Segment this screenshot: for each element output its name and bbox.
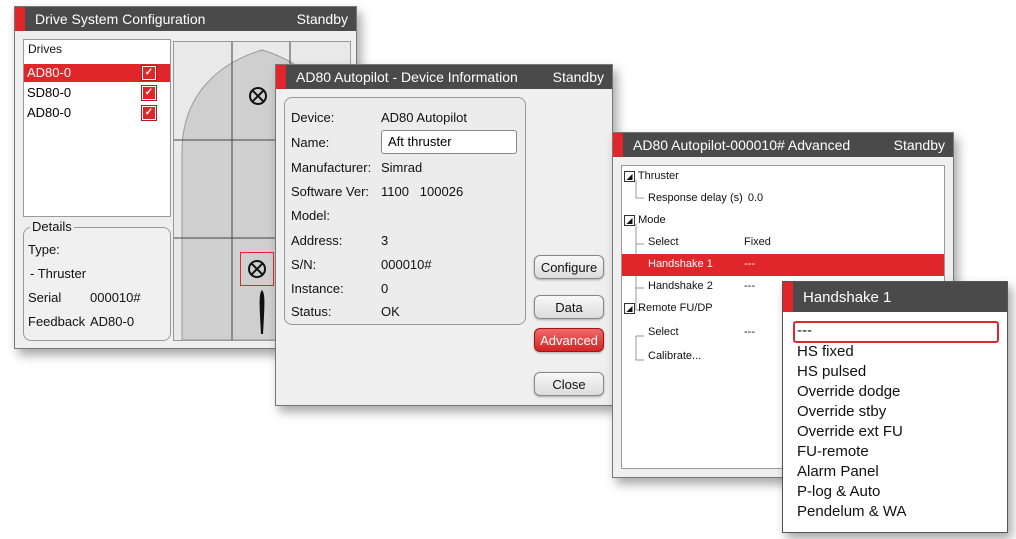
tree-remote[interactable]: ◢ Remote FU/DP — [624, 302, 713, 314]
close-button[interactable]: Close — [534, 372, 604, 396]
handshake-option[interactable]: Override stby — [797, 403, 886, 420]
handshake-option[interactable]: P-log & Auto — [797, 483, 880, 500]
handshake-option[interactable]: --- — [797, 322, 812, 339]
device-label: Device: — [291, 110, 335, 125]
sn-value: 000010# — [381, 257, 432, 272]
handshake-option-selected[interactable] — [793, 321, 999, 343]
tree-thruster-label: Thruster — [637, 170, 679, 182]
manufacturer-label: Manufacturer: — [291, 160, 372, 175]
tree-response-delay-label: Response delay (s) — [648, 192, 743, 204]
handshake-option[interactable]: HS fixed — [797, 343, 854, 360]
feedback-value: AD80-0 — [90, 314, 135, 329]
details-legend: Details — [30, 219, 74, 234]
tree-mode-label: Mode — [638, 214, 666, 226]
configure-button[interactable]: Configure — [534, 255, 604, 279]
type-value: - Thruster — [30, 266, 87, 281]
handshake-option[interactable]: Override ext FU — [797, 423, 903, 440]
tree-select-label: Select — [648, 236, 679, 248]
advanced-button[interactable]: Advanced — [534, 328, 604, 352]
tree-handshake1[interactable]: Handshake 1 --- — [622, 254, 944, 276]
device-info-titlebar: AD80 Autopilot - Device Information Stan… — [276, 65, 612, 89]
advanced-status: Standby — [893, 137, 945, 153]
handshake-option[interactable]: FU-remote — [797, 443, 869, 460]
drive-config-status: Standby — [296, 11, 348, 27]
drive-item[interactable]: AD80-0 ✓ — [24, 64, 170, 82]
tree-remote-select[interactable]: Select — [648, 326, 679, 338]
drive-item-label: AD80-0 — [27, 65, 72, 80]
drive-item-label: SD80-0 — [27, 85, 72, 100]
tree-handshake1-label: Handshake 1 — [648, 258, 713, 270]
tree-remote-label: Remote FU/DP — [638, 302, 713, 314]
handshake-popup-title: Handshake 1 — [803, 288, 892, 306]
software-value: 1100 100026 — [381, 184, 464, 199]
tree-remote-select-value: --- — [744, 326, 755, 338]
instance-value: 0 — [381, 281, 389, 296]
drive-config-title: Drive System Configuration — [35, 11, 206, 27]
handshake-option[interactable]: HS pulsed — [797, 363, 866, 380]
thruster-selected-icon[interactable] — [240, 252, 274, 286]
tree-response-delay[interactable]: Response delay (s) 0.0 — [648, 192, 763, 204]
tree-handshake1-value: --- — [744, 258, 755, 270]
collapse-icon[interactable]: ◢ — [624, 214, 635, 226]
thruster-icon[interactable] — [248, 86, 268, 106]
manufacturer-value: Simrad — [381, 160, 423, 175]
device-info-window: AD80 Autopilot - Device Information Stan… — [275, 64, 613, 406]
tree-calibrate[interactable]: Calibrate... — [648, 350, 701, 362]
feedback-label: Feedback — [28, 314, 86, 329]
titlebar-accent — [276, 65, 286, 89]
device-value: AD80 Autopilot — [381, 110, 468, 125]
tree-select-value: Fixed — [744, 236, 771, 248]
details-box: Details Type: - Thruster Serial 000010# … — [23, 219, 171, 341]
status-label: Status: — [291, 304, 332, 319]
device-info-status: Standby — [552, 69, 604, 85]
device-fields-panel: Device: AD80 Autopilot Name: Aft thruste… — [284, 97, 526, 325]
handshake-option[interactable]: Override dodge — [797, 383, 900, 400]
data-button[interactable]: Data — [534, 295, 604, 319]
drive-item[interactable]: AD80-0 ✓ — [24, 104, 170, 122]
tree-response-delay-value: 0.0 — [747, 192, 764, 204]
tree-handshake2[interactable]: Handshake 2 — [648, 280, 713, 292]
device-info-title: AD80 Autopilot - Device Information — [296, 69, 518, 85]
titlebar-accent — [15, 7, 25, 31]
tree-handshake2-label: Handshake 2 — [648, 280, 713, 292]
drives-list: Drives AD80-0 ✓ SD80-0 ✓ AD80-0 ✓ — [23, 39, 171, 217]
titlebar-accent — [783, 282, 793, 312]
drive-item[interactable]: SD80-0 ✓ — [24, 84, 170, 102]
handshake-popup-titlebar: Handshake 1 — [783, 282, 1007, 312]
serial-label: Serial — [28, 290, 62, 305]
type-label: Type: — [28, 242, 60, 257]
tree-select[interactable]: Select — [648, 236, 679, 248]
handshake-popup: Handshake 1 --- HS fixed HS pulsed Overr… — [782, 281, 1008, 533]
address-label: Address: — [291, 233, 343, 248]
drive-config-titlebar: Drive System Configuration Standby — [15, 7, 356, 31]
titlebar-accent — [613, 133, 623, 157]
rudder-icon — [258, 290, 266, 334]
tree-thruster[interactable]: ◢ Thruster — [624, 170, 679, 182]
tree-mode[interactable]: ◢ Mode — [624, 214, 666, 226]
drive-checkbox[interactable]: ✓ — [141, 105, 157, 121]
name-field[interactable]: Aft thruster — [381, 130, 517, 154]
sn-label: S/N: — [291, 257, 317, 272]
tree-calibrate-label: Calibrate... — [648, 350, 702, 362]
tree-handshake2-value: --- — [744, 280, 755, 292]
drives-header: Drives — [28, 42, 63, 56]
advanced-titlebar: AD80 Autopilot-000010# Advanced Standby — [613, 133, 953, 157]
name-label: Name: — [291, 135, 330, 150]
handshake-option[interactable]: Alarm Panel — [797, 463, 879, 480]
address-value: 3 — [381, 233, 389, 248]
handshake-option[interactable]: Pendelum & WA — [797, 503, 907, 520]
tree-remote-select-label: Select — [648, 326, 679, 338]
instance-label: Instance: — [291, 281, 344, 296]
status-value: OK — [381, 304, 400, 319]
software-label: Software Ver: — [291, 184, 370, 199]
drive-checkbox[interactable]: ✓ — [141, 65, 157, 81]
collapse-icon[interactable]: ◢ — [624, 302, 635, 314]
serial-value: 000010# — [90, 290, 141, 305]
model-label: Model: — [291, 208, 331, 223]
name-field-value: Aft thruster — [388, 134, 452, 149]
drive-checkbox[interactable]: ✓ — [141, 85, 157, 101]
advanced-title: AD80 Autopilot-000010# Advanced — [633, 137, 851, 153]
collapse-icon[interactable]: ◢ — [624, 170, 635, 182]
drive-item-label: AD80-0 — [27, 105, 72, 120]
